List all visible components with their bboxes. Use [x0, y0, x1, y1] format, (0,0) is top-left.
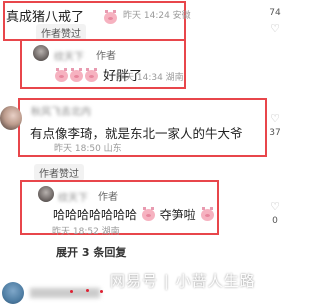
comment-2-username[interactable]: 秋风飞去北内	[31, 103, 91, 118]
comment-2-meta: 昨天 18:50 山东	[54, 144, 122, 154]
comment-1-text: 真成猪八戒了	[6, 10, 85, 25]
decorative-dot	[100, 290, 103, 293]
pig-emoji	[85, 68, 98, 82]
comment-1-emoji-pig	[103, 7, 118, 26]
reply-2-text-a: 哈哈哈哈哈哈哈	[53, 208, 138, 222]
reply-1-username[interactable]: 纹天下	[54, 48, 84, 63]
expand-replies-button[interactable]: 展开 3 条回复	[56, 244, 126, 260]
pig-emoji	[55, 68, 68, 82]
comment-2-avatar[interactable]	[0, 106, 22, 130]
next-comment-avatar[interactable]	[2, 282, 24, 304]
comment-2-liked-badge: 作者赞过	[34, 164, 84, 181]
decorative-dot	[70, 290, 73, 293]
reply-2-username[interactable]: 纹天下	[58, 189, 88, 204]
reply-1-meta: 昨天 14:34 湖南	[116, 73, 184, 83]
reply-2-like-button[interactable]: ♡	[265, 200, 285, 213]
next-comment-username[interactable]	[30, 288, 100, 298]
decorative-dot	[86, 289, 89, 292]
heart-outline-icon: ♡	[270, 22, 280, 35]
reply-1-avatar[interactable]	[33, 45, 49, 61]
pig-emoji	[141, 207, 155, 221]
comment-1-meta: 昨天 14:24 安徽	[123, 11, 191, 21]
pig-emoji	[200, 207, 214, 221]
reply-2-text-row: 哈哈哈哈哈哈哈 夺笋啦	[53, 206, 215, 223]
heart-outline-icon: ♡	[270, 200, 280, 213]
reply-2-author-tag: 作者	[98, 192, 118, 203]
reply-2-text-b: 夺笋啦	[159, 208, 196, 222]
reply-2-avatar[interactable]	[38, 186, 54, 202]
comment-1-like-button[interactable]: ♡	[265, 22, 285, 35]
reply-1-author-tag: 作者	[96, 51, 116, 62]
reply-2-meta: 昨天 18:52 湖南	[52, 227, 120, 237]
comment-2-like-count: 37	[269, 128, 281, 138]
comment-2-text: 有点像李琦，就是东北一家人的牛大爷	[30, 126, 243, 141]
comment-2-like-button[interactable]: ♡	[265, 112, 285, 125]
watermark-text: 网易号 | 小蔷人生路	[110, 272, 256, 290]
reply-2-like-count: 0	[272, 216, 278, 226]
heart-outline-icon: ♡	[270, 112, 280, 125]
pig-emoji	[70, 68, 83, 82]
comment-1-like-count: 74	[269, 8, 281, 18]
